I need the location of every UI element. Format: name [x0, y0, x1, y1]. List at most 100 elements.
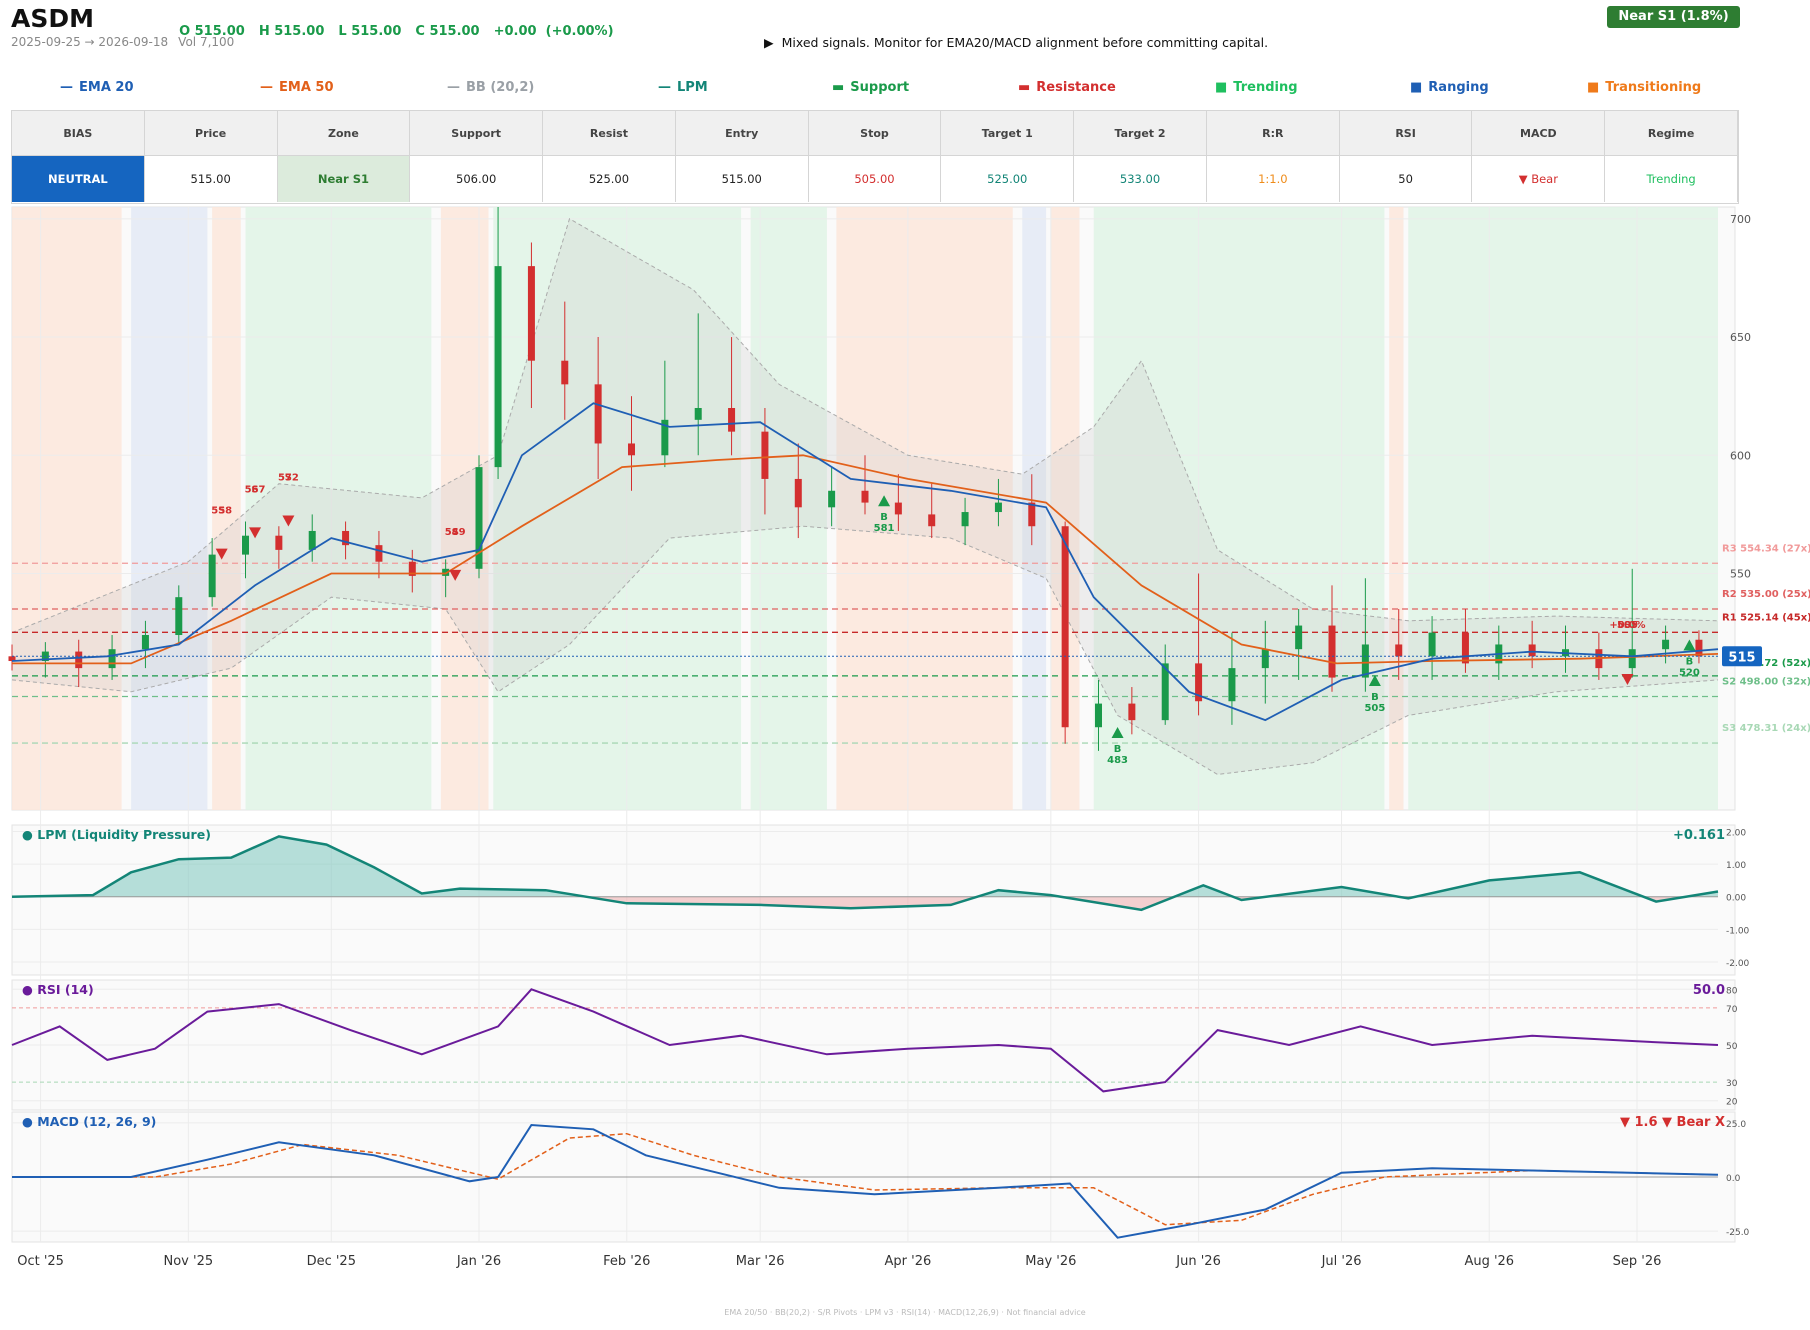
- x-tick-label: Jun '26: [1175, 1254, 1221, 1269]
- x-tick-label: Dec '25: [307, 1254, 356, 1269]
- legend-label: LPM: [677, 80, 708, 95]
- buy-signal-label: B: [1686, 656, 1694, 667]
- table-header-stop: Stop: [808, 111, 942, 156]
- regime-band-transitioning: [12, 207, 122, 810]
- y-tick-label: 25.0: [1726, 1120, 1746, 1130]
- candle-body: [494, 266, 502, 468]
- sr-level-label: R3 554.34 (27x): [1722, 543, 1810, 554]
- buy-signal-label: B: [1114, 744, 1122, 755]
- regime-band-ranging: [131, 207, 208, 810]
- candle-body: [894, 502, 902, 515]
- buy-signal-label: 483: [1107, 755, 1128, 766]
- buy-signal-label: B: [1371, 692, 1379, 703]
- candle-body: [75, 651, 83, 669]
- candle-body: [275, 535, 283, 550]
- candle-body: [828, 490, 836, 508]
- legend-item-trending: ■ Trending: [1215, 80, 1298, 95]
- high-value: H 515.00: [258, 24, 325, 39]
- sell-signal-label: 567: [245, 484, 266, 495]
- table-header-price: Price: [144, 111, 278, 156]
- legend-label: Support: [850, 80, 910, 95]
- y-tick-label: 70: [1726, 1005, 1738, 1015]
- y-tick-label: 20: [1726, 1098, 1738, 1108]
- sr-level-label: S3 478.31 (24x): [1722, 723, 1810, 734]
- buy-signal-label: 520: [1679, 667, 1700, 678]
- candle-body: [728, 408, 736, 432]
- lpm-value-label: +0.161: [1673, 828, 1725, 843]
- line-swatch-icon: —: [260, 80, 273, 95]
- sell-signal-label: 572: [278, 473, 299, 484]
- low-value: L 515.00: [338, 24, 402, 39]
- x-tick-label: Feb '26: [603, 1254, 650, 1269]
- y-tick-label: 30: [1726, 1079, 1738, 1089]
- x-tick-label: Jul '26: [1321, 1254, 1362, 1269]
- table-value-bias: NEUTRAL: [12, 156, 145, 202]
- sell-signal-label: 549: [445, 527, 466, 538]
- rsi-panel-title: ● RSI (14): [22, 982, 94, 997]
- candle-body: [594, 384, 602, 444]
- sr-level-label: R1 525.14 (45x): [1722, 612, 1810, 623]
- table-header-target-2: Target 2: [1074, 111, 1207, 156]
- candle-body: [1128, 703, 1136, 721]
- candle-body: [1295, 625, 1303, 650]
- legend-item-bb-20-2: — BB (20,2): [447, 80, 534, 95]
- table-header-support: Support: [410, 111, 544, 156]
- sell-signal-label: +0.0%: [1609, 620, 1645, 631]
- table-header-resist: Resist: [543, 111, 676, 156]
- candle-body: [1628, 649, 1636, 669]
- trade-setup-table: BIAS NEUTRAL Price 515.00 Zone Near S1 Support…: [11, 110, 1739, 204]
- legend-item-resistance: ▬ Resistance: [1018, 80, 1116, 95]
- buy-signal-label: B: [880, 512, 888, 523]
- table-header-regime: Regime: [1605, 111, 1738, 156]
- x-tick-label: May '26: [1025, 1254, 1076, 1269]
- legend-label: Ranging: [1428, 80, 1489, 95]
- table-value-zone: Near S1: [277, 156, 411, 202]
- y-tick-label: 700: [1730, 213, 1751, 226]
- square-swatch-icon: ■: [1215, 80, 1228, 95]
- candle-body: [1528, 644, 1536, 657]
- y-tick-label: 1.00: [1726, 861, 1746, 871]
- candle-body: [1095, 703, 1103, 728]
- candle-body: [561, 360, 569, 385]
- signal-arrow-icon: ▶: [764, 35, 774, 50]
- candle-body: [1461, 632, 1469, 664]
- candle-body: [1161, 663, 1169, 721]
- candle-body: [141, 635, 149, 650]
- sr-level-label: S2 498.00 (32x): [1722, 676, 1810, 687]
- table-value-target-2: 533.00: [1074, 156, 1207, 202]
- price-chart: Oct '25 Nov '25 Dec '25 Jan '26 Feb '26 Mar '…: [8, 206, 1810, 1269]
- sell-signal-label: 558: [211, 506, 232, 517]
- legend-item-ema-20: — EMA 20: [60, 80, 134, 95]
- table-header-rsi: RSI: [1339, 111, 1473, 156]
- legend-label: EMA 50: [279, 80, 334, 95]
- candle-body: [694, 408, 702, 420]
- current-price-label: 515: [1728, 650, 1755, 665]
- line-swatch-icon: —: [60, 80, 73, 95]
- y-tick-label: -25.0: [1726, 1228, 1750, 1238]
- macd-value-label: ▼ 1.6 ▼ Bear X: [1620, 1115, 1725, 1130]
- y-tick-label: 550: [1730, 568, 1751, 581]
- y-tick-label: 2.00: [1726, 829, 1746, 839]
- candle-body: [1061, 526, 1069, 728]
- table-header-r-r: R:R: [1206, 111, 1340, 156]
- legend-item-lpm: — LPM: [658, 80, 708, 95]
- x-tick-label: Nov '25: [164, 1254, 214, 1269]
- sr-level-label: R2 535.00 (25x): [1722, 589, 1810, 600]
- lpm-panel-title: ● LPM (Liquidity Pressure): [22, 827, 211, 842]
- y-tick-label: 50: [1726, 1042, 1738, 1052]
- table-value-macd: ▼ Bear: [1472, 156, 1606, 202]
- legend-item-ranging: ■ Ranging: [1410, 80, 1489, 95]
- table-header-target-1: Target 1: [941, 111, 1075, 156]
- table-value-regime: Trending: [1605, 156, 1738, 202]
- candle-body: [1428, 632, 1436, 657]
- square-swatch-icon: ■: [1587, 80, 1600, 95]
- buy-signal-label: 505: [1364, 703, 1385, 714]
- x-tick-label: Apr '26: [885, 1254, 932, 1269]
- footer-note: EMA 20/50 · BB(20,2) · S/R Pivots · LPM …: [724, 1308, 1086, 1317]
- candle-body: [961, 512, 969, 527]
- candle-body: [308, 530, 316, 550]
- candle-body: [794, 478, 802, 508]
- signal-summary: ▶ Mixed signals. Monitor for EMA20/MACD …: [764, 35, 1268, 50]
- legend-label: Resistance: [1036, 80, 1116, 95]
- candle-body: [1328, 625, 1336, 678]
